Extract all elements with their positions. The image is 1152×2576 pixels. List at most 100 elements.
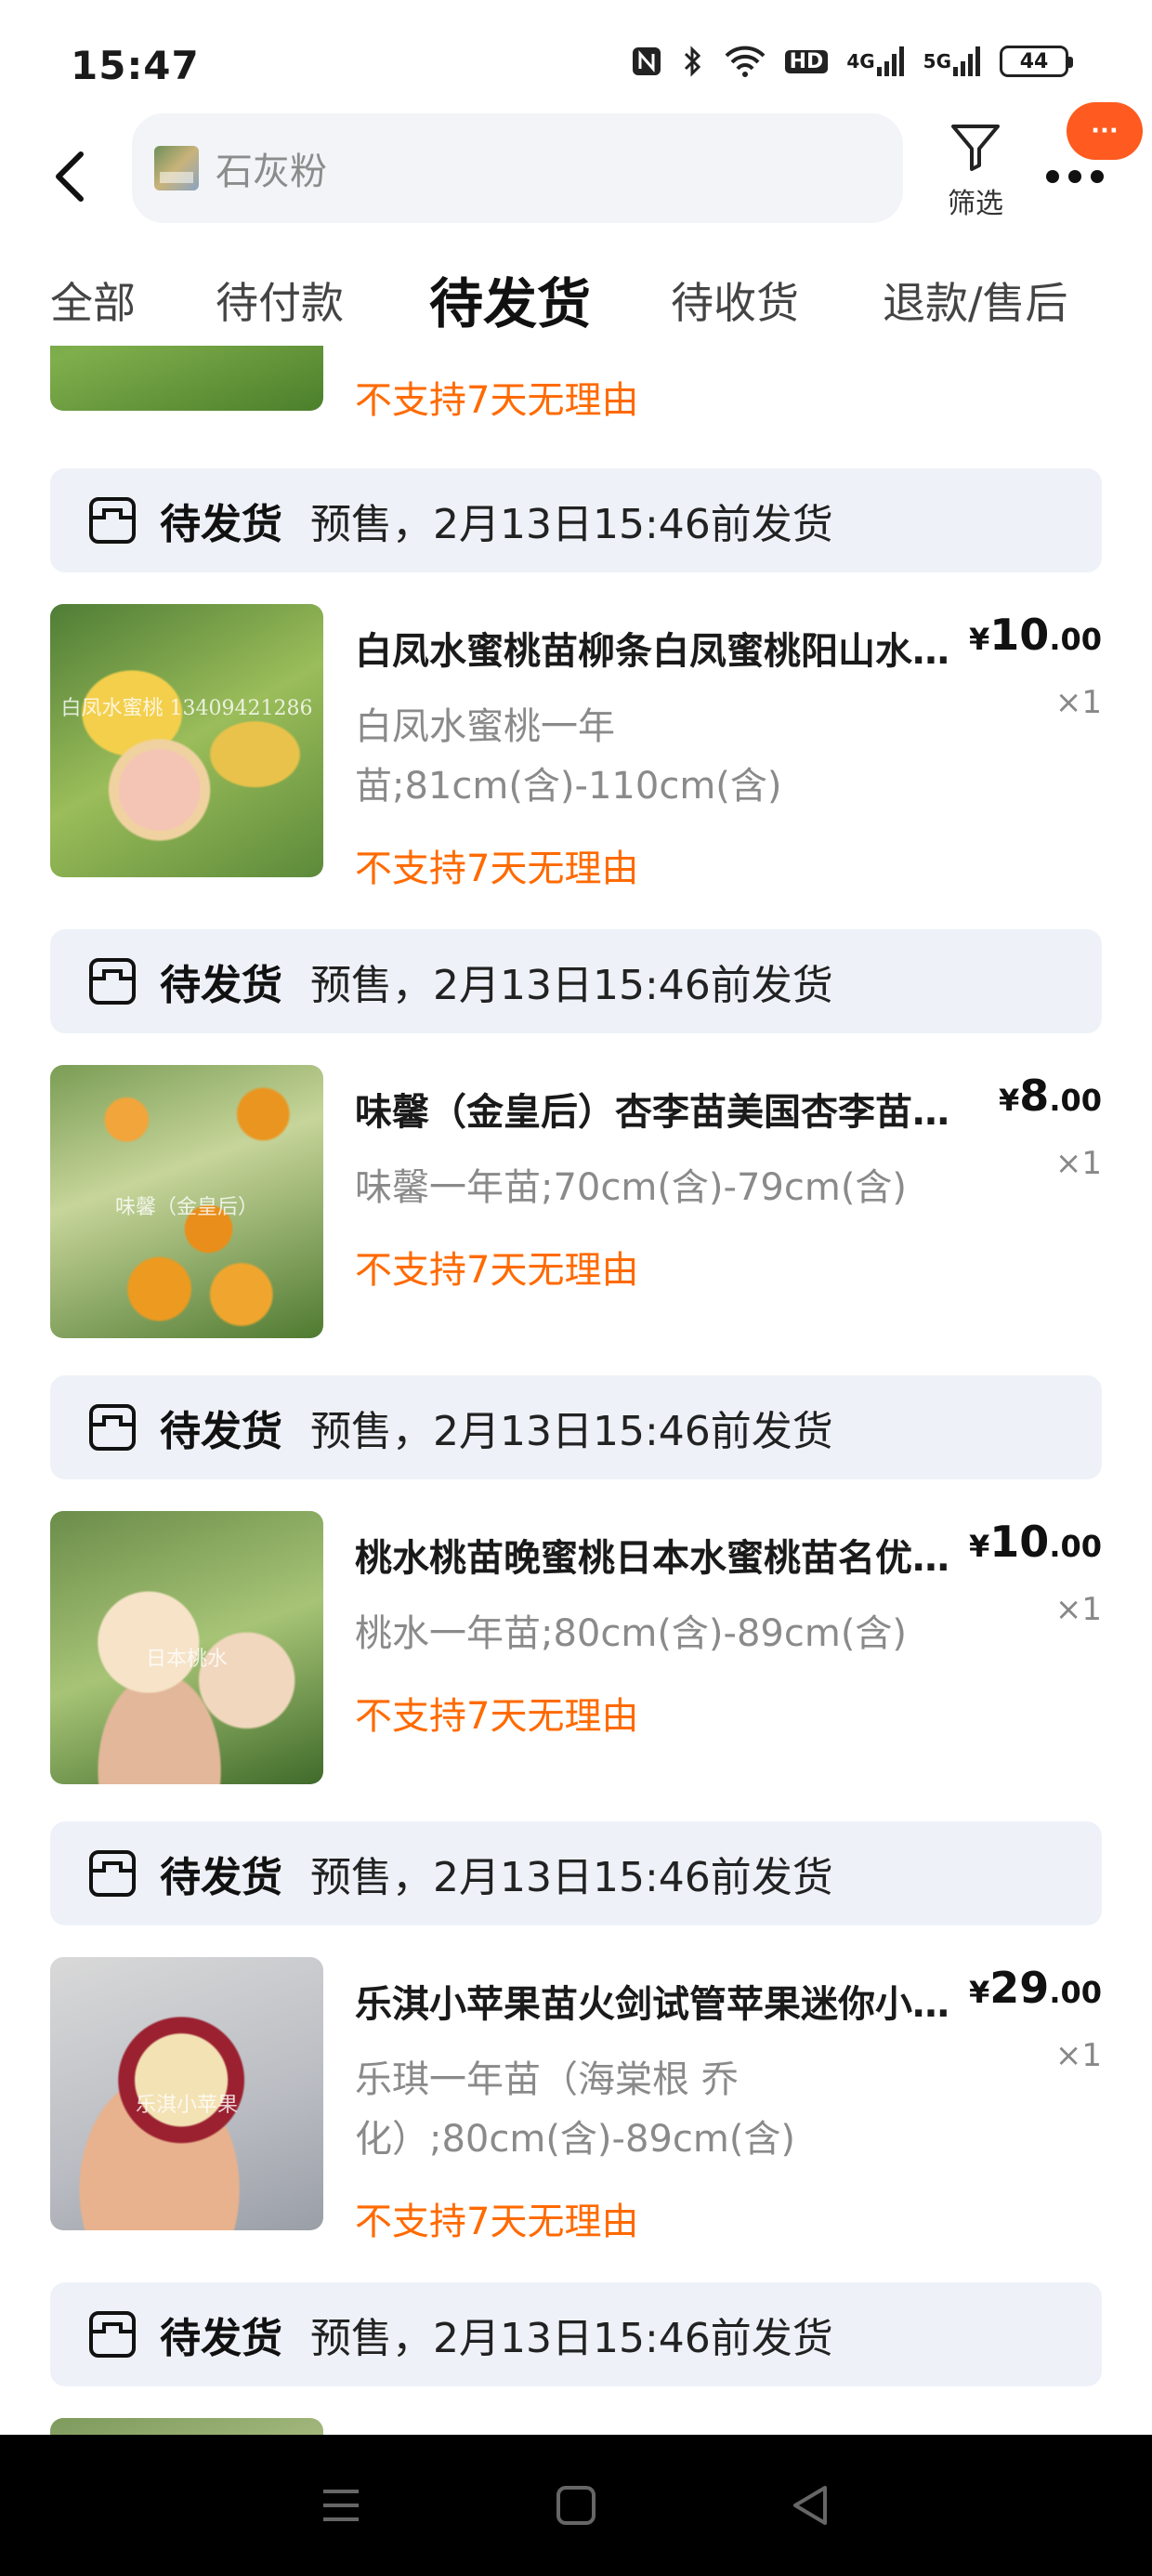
thumbnail-watermark: 味馨（金皇后） xyxy=(114,1196,258,1220)
search-placeholder: 石灰粉 xyxy=(216,151,327,193)
product-quantity: ×1 xyxy=(1054,1145,1102,1182)
hd-icon: HD xyxy=(784,49,829,73)
ship-deadline: 预售，2月13日15:46前发货 xyxy=(310,1854,833,1901)
thumbnail-watermark: 白凤水蜜桃 13409421286 xyxy=(60,697,313,721)
product-quantity: ×1 xyxy=(1054,684,1102,721)
product-spec: 白凤水蜜桃一年苗;81cm(含)-110cm(含) xyxy=(355,705,782,808)
more-dot xyxy=(1068,170,1081,183)
product-spec: 桃水一年苗;80cm(含)-89cm(含) xyxy=(355,1612,908,1655)
product-thumbnail[interactable]: 乐淇小苹果 xyxy=(50,1957,323,2230)
filter-button[interactable]: 筛选 xyxy=(938,119,1013,230)
product-thumbnail[interactable]: 味馨（金皇后） xyxy=(50,1065,323,1338)
product-title[interactable]: 味馨（金皇后）杏李苗美国杏李苗嫁接苗 xyxy=(355,1082,977,1136)
return-policy: 不支持7天无理由 xyxy=(355,848,639,890)
return-policy: 不支持7天无理由 xyxy=(355,1249,639,1292)
filter-icon xyxy=(951,125,1000,171)
message-badge[interactable]: ··· xyxy=(1067,102,1143,160)
return-policy: 不支持7天无理由 xyxy=(355,1695,639,1738)
more-dot xyxy=(1091,170,1104,183)
price-currency: ¥ xyxy=(969,622,990,657)
tab-pending-shipment[interactable]: 待发货 xyxy=(429,260,591,338)
product-title[interactable]: 桃水桃苗晚蜜桃日本水蜜桃苗名优品种 xyxy=(355,1528,977,1582)
bluetooth-icon xyxy=(681,45,705,78)
system-nav-bar xyxy=(0,2435,1152,2576)
price-integer: 10 xyxy=(989,610,1050,660)
return-policy: 不支持7天无理由 xyxy=(355,2201,639,2243)
shipping-status-banner: 待发货 预售，2月13日15:46前发货 xyxy=(50,1821,1102,1925)
order-list[interactable]: 不支持7天无理由 待发货 预售，2月13日15:46前发货 白凤水蜜桃 1340… xyxy=(0,346,1152,2435)
price-decimal: .00 xyxy=(1049,1083,1102,1118)
return-policy: 不支持7天无理由 xyxy=(355,379,639,422)
menu-icon[interactable] xyxy=(316,2480,366,2530)
ship-deadline: 预售，2月13日15:46前发货 xyxy=(310,1408,833,1455)
order-item-partial[interactable]: 不支持7天无理由 xyxy=(50,346,1102,422)
status-icons: HD 4G 5G 44 xyxy=(631,45,1073,78)
shipping-status-banner: 待发货 预售，2月13日15:46前发货 xyxy=(50,468,1102,572)
order-status: 待发货 xyxy=(160,1408,282,1455)
signal-4g-icon: 4G xyxy=(846,46,904,76)
product-thumbnail[interactable]: 日本桃水 xyxy=(50,1511,323,1784)
back-button[interactable] xyxy=(46,139,93,214)
shipping-status-banner: 待发货 预售，2月13日15:46前发货 xyxy=(50,1375,1102,1479)
product-spec: 味馨一年苗;70cm(含)-79cm(含) xyxy=(355,1166,908,1209)
filter-label: 筛选 xyxy=(948,188,1003,220)
product-price: ¥10.00 xyxy=(969,610,1102,660)
order-item-partial[interactable] xyxy=(50,2418,1102,2435)
shipping-status-banner: 待发货 预售，2月13日15:46前发货 xyxy=(50,929,1102,1033)
search-thumbnail xyxy=(154,146,199,191)
price-currency: ¥ xyxy=(999,1083,1020,1118)
status-time: 15:47 xyxy=(71,43,200,88)
product-title[interactable]: 白凤水蜜桃苗柳条白凤蜜桃阳山水蜜桃苗 xyxy=(355,621,977,675)
tab-refund-aftersale[interactable]: 退款/售后 xyxy=(883,269,1068,331)
ship-deadline: 预售，2月13日15:46前发货 xyxy=(310,962,833,1009)
price-integer: 8 xyxy=(1019,1071,1050,1121)
nfc-icon xyxy=(631,46,662,77)
product-thumbnail[interactable] xyxy=(50,2418,323,2435)
product-quantity: ×1 xyxy=(1054,2037,1102,2074)
price-integer: 10 xyxy=(989,1517,1050,1567)
order-status: 待发货 xyxy=(160,2315,282,2362)
order-item[interactable]: 乐淇小苹果 乐淇小苹果苗火剑试管苹果迷你小苹果苗 乐琪一年苗（海棠根 乔化）;8… xyxy=(50,1957,1102,2243)
tab-pending-payment[interactable]: 待付款 xyxy=(216,269,344,331)
product-title[interactable]: 乐淇小苹果苗火剑试管苹果迷你小苹果苗 xyxy=(355,1974,977,2028)
tab-pending-receipt[interactable]: 待收货 xyxy=(671,269,799,331)
price-integer: 29 xyxy=(989,1963,1050,2013)
thumbnail-watermark: 日本桃水 xyxy=(145,1648,228,1672)
more-dot xyxy=(1046,170,1059,183)
price-currency: ¥ xyxy=(969,1529,990,1564)
package-icon xyxy=(89,958,136,1005)
package-icon xyxy=(89,2311,136,2358)
price-decimal: .00 xyxy=(1049,622,1102,657)
back-nav-icon[interactable] xyxy=(786,2480,836,2530)
order-status: 待发货 xyxy=(160,962,282,1009)
order-status: 待发货 xyxy=(160,501,282,548)
price-decimal: .00 xyxy=(1049,1529,1102,1564)
product-thumbnail[interactable]: 白凤水蜜桃 13409421286 xyxy=(50,604,323,877)
product-quantity: ×1 xyxy=(1054,1591,1102,1628)
more-button[interactable] xyxy=(1046,158,1120,195)
package-icon xyxy=(89,497,136,544)
product-spec: 乐琪一年苗（海棠根 乔化）;80cm(含)-89cm(含) xyxy=(355,2058,796,2161)
thumbnail-watermark: 乐淇小苹果 xyxy=(135,2094,238,2118)
home-icon[interactable] xyxy=(551,2480,601,2530)
order-item[interactable]: 日本桃水 桃水桃苗晚蜜桃日本水蜜桃苗名优品种 桃水一年苗;80cm(含)-89c… xyxy=(50,1511,1102,1790)
product-thumbnail[interactable] xyxy=(50,346,323,411)
chevron-left-icon xyxy=(56,151,84,202)
search-input[interactable]: 石灰粉 xyxy=(132,113,903,223)
price-decimal: .00 xyxy=(1049,1975,1102,2010)
order-tabs: 全部 待付款 待发货 待收货 退款/售后 xyxy=(0,251,1152,344)
wifi-icon xyxy=(724,45,766,78)
signal-5g-icon: 5G xyxy=(923,46,981,76)
order-item[interactable]: 白凤水蜜桃 13409421286 白凤水蜜桃苗柳条白凤蜜桃阳山水蜜桃苗 白凤水… xyxy=(50,604,1102,890)
ship-deadline: 预售，2月13日15:46前发货 xyxy=(310,2315,833,2362)
product-price: ¥10.00 xyxy=(969,1517,1102,1567)
product-price: ¥8.00 xyxy=(999,1071,1102,1121)
order-item[interactable]: 味馨（金皇后） 味馨（金皇后）杏李苗美国杏李苗嫁接苗 味馨一年苗;70cm(含)… xyxy=(50,1065,1102,1344)
status-bar: 15:47 HD 4G 5G 44 xyxy=(0,0,1152,102)
package-icon xyxy=(89,1404,136,1451)
ship-deadline: 预售，2月13日15:46前发货 xyxy=(310,501,833,548)
tab-all[interactable]: 全部 xyxy=(50,269,136,331)
battery-icon: 44 xyxy=(1000,46,1073,77)
package-icon xyxy=(89,1850,136,1897)
price-currency: ¥ xyxy=(969,1975,990,2010)
